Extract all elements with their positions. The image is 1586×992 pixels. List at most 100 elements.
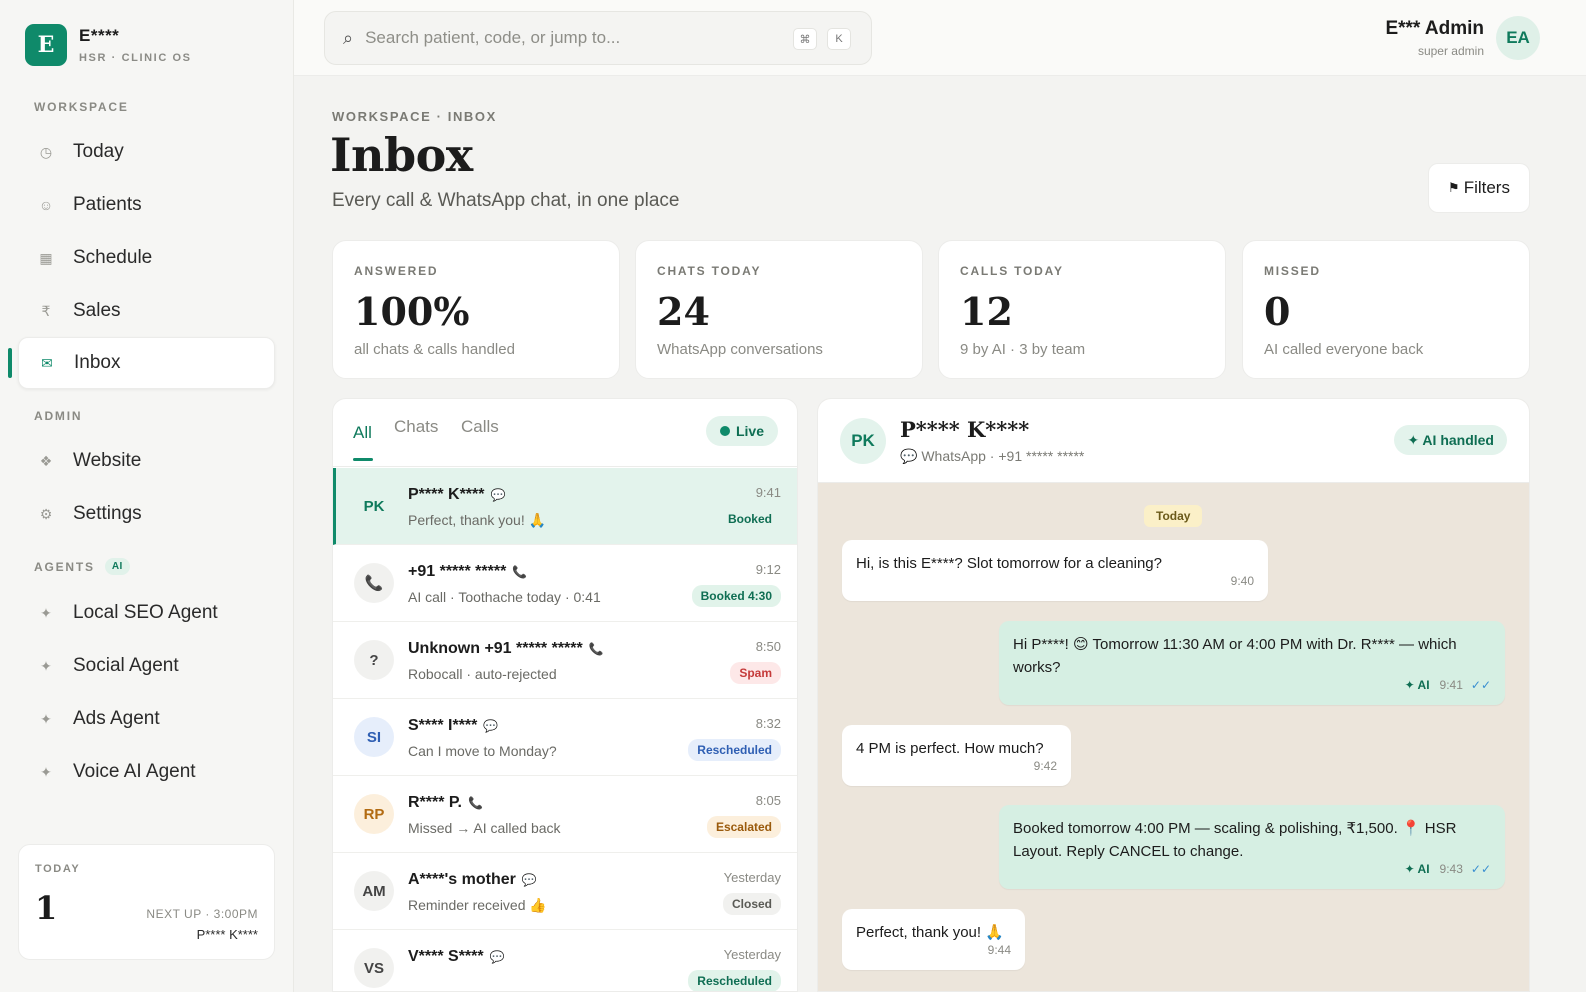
chat-bubble-icon: 💬	[489, 950, 505, 964]
sidebar-item-today[interactable]: ◷ Today	[18, 126, 275, 178]
live-indicator: Live	[706, 416, 778, 446]
user-menu[interactable]: E*** Admin super admin EA	[1385, 16, 1540, 60]
page-subtitle: Every call & WhatsApp chat, in one place	[332, 190, 680, 211]
conversation-time: Yesterday	[723, 870, 781, 885]
message-meta: ✦ AI 9:43 ✓✓	[1405, 858, 1491, 881]
list-item[interactable]: VS V**** S**** 💬 Yesterday Rescheduled	[333, 930, 797, 991]
stat-subtext: AI called everyone back	[1264, 341, 1424, 358]
status-badge: Rescheduled	[688, 739, 781, 761]
sidebar-item-inbox[interactable]: ✉ Inbox	[18, 337, 275, 389]
sidebar-item-website[interactable]: ❖ Website	[18, 435, 275, 487]
active-indicator	[8, 348, 12, 378]
conversation-preview: Perfect, thank you! 🙏	[408, 512, 547, 528]
search-bar[interactable]: ⌕ ⌘ K	[324, 11, 872, 65]
avatar: VS	[354, 948, 394, 988]
stat-value: 12	[960, 289, 1013, 334]
status-badge: Spam	[730, 662, 781, 684]
chat-bubble-icon: 💬	[900, 448, 922, 464]
sidebar-item-label: Social Agent	[73, 655, 179, 676]
conversation-name-text: Unknown +91 ***** *****	[408, 640, 583, 657]
diamond-icon: ❖	[39, 452, 53, 469]
message-time: 9:42	[1033, 759, 1057, 773]
conversation-name-text: R**** P.	[408, 794, 462, 811]
filters-button[interactable]: ⚑ Filters	[1428, 163, 1530, 213]
avatar: SI	[354, 717, 394, 757]
conversation-list: All Chats Calls Live PK P**** K**** 💬 Per…	[332, 398, 798, 992]
conversation-name: +91 ***** ***** 📞	[408, 563, 527, 581]
list-item[interactable]: AM A****'s mother 💬 Reminder received 👍 Y…	[333, 853, 797, 930]
chat-header: PK P**** K**** 💬 WhatsApp · +91 ***** **…	[818, 399, 1529, 483]
sidebar-item-label: Today	[73, 141, 124, 162]
list-item[interactable]: RP R**** P. 📞 Missed → AI called back 8:0…	[333, 776, 797, 853]
shortcut-key-k: K	[827, 28, 851, 50]
filters-label: Filters	[1463, 178, 1510, 197]
ai-chip: AI	[104, 558, 130, 575]
stat-label: CALLS TODAY	[960, 264, 1064, 278]
sidebar-item-label: Inbox	[74, 352, 121, 373]
sparkle-icon: ✦	[40, 657, 52, 674]
conversation-time: 9:12	[755, 562, 781, 577]
section-label-agents: AGENTS AI	[34, 558, 130, 575]
tab-all[interactable]: All	[353, 423, 372, 443]
breadcrumb: WORKSPACE · INBOX	[332, 109, 497, 124]
avatar[interactable]: EA	[1496, 16, 1540, 60]
brand[interactable]: E E**** HSR · CLINIC OS	[25, 24, 192, 66]
sidebar-item-sales[interactable]: ₹ Sales	[18, 285, 275, 337]
brand-subtitle: HSR · CLINIC OS	[79, 52, 192, 64]
conversation-name: P**** K**** 💬	[408, 486, 505, 504]
section-label-workspace: WORKSPACE	[34, 100, 129, 114]
sidebar-item-settings[interactable]: ⚙ Settings	[18, 488, 275, 540]
shortcut-key-cmd: ⌘	[793, 28, 817, 50]
list-item[interactable]: ? Unknown +91 ***** ***** 📞 Robocall · au…	[333, 622, 797, 699]
ai-tag: ✦ AI	[1404, 678, 1430, 692]
user-role: super admin	[1417, 44, 1484, 58]
conversation-time: 8:32	[755, 716, 781, 731]
message-text: Hi, is this E****? Slot tomorrow for a c…	[856, 555, 1162, 572]
status-badge: Escalated	[706, 816, 781, 838]
live-dot-icon	[719, 426, 730, 436]
conversation-name-text: +91 ***** *****	[408, 563, 507, 580]
list-item[interactable]: SI S**** I**** 💬 Can I move to Monday? 8:…	[333, 699, 797, 776]
section-label-admin: ADMIN	[34, 409, 83, 423]
today-card-next-name: P**** K****	[196, 927, 258, 942]
tab-chats[interactable]: Chats	[394, 417, 438, 437]
sidebar-item-social-agent[interactable]: ✦ Social Agent	[18, 640, 275, 692]
sidebar-item-patients[interactable]: ☺ Patients	[18, 179, 275, 231]
avatar: RP	[354, 794, 394, 834]
clock-icon: ◷	[39, 143, 53, 160]
message-time: 9:41	[1439, 678, 1463, 692]
sidebar-item-label: Schedule	[73, 247, 153, 268]
sidebar-item-label: Website	[73, 450, 142, 471]
sidebar-item-local-seo-agent[interactable]: ✦ Local SEO Agent	[18, 587, 275, 639]
conversation-name-text: V**** S****	[408, 948, 484, 965]
list-item[interactable]: 📞 +91 ***** ***** 📞 AI call · Toothache t…	[333, 545, 797, 622]
mail-icon: ✉	[41, 354, 53, 371]
sidebar-item-voice-ai-agent[interactable]: ✦ Voice AI Agent	[18, 746, 275, 798]
message-text: 4 PM is perfect. How much?	[856, 740, 1044, 757]
today-card[interactable]: TODAY 1 NEXT UP · 3:00PM P**** K****	[18, 844, 275, 960]
phone-icon: 📞	[588, 642, 604, 656]
tab-calls[interactable]: Calls	[461, 417, 499, 437]
message-text: Booked tomorrow 4:00 PM — scaling & poli…	[1013, 820, 1457, 860]
sidebar-item-schedule[interactable]: ▦ Schedule	[18, 232, 275, 284]
conversation-time: 8:50	[755, 639, 781, 654]
list-item[interactable]: PK P**** K**** 💬 Perfect, thank you! 🙏 9:…	[333, 468, 797, 545]
conversation-preview: AI call · Toothache today · 0:41	[408, 589, 601, 605]
ai-tag: ✦ AI	[1404, 862, 1430, 876]
avatar: AM	[354, 871, 394, 911]
message-meta: ✦ AI 9:41 ✓✓	[1405, 674, 1491, 697]
message-text: Hi P****! 😊 Tomorrow 11:30 AM or 4:00 PM…	[1013, 636, 1457, 676]
search-input[interactable]	[365, 28, 766, 48]
chat-bubble-icon: 💬	[490, 488, 506, 502]
sidebar-item-label: Ads Agent	[73, 708, 160, 729]
message-incoming: 4 PM is perfect. How much? 9:42	[842, 725, 1071, 786]
sidebar-item-ads-agent[interactable]: ✦ Ads Agent	[18, 693, 275, 745]
status-badge: Rescheduled	[688, 970, 781, 991]
sparkle-icon: ✦	[40, 604, 52, 621]
smile-icon: ☺	[38, 197, 54, 213]
list-tabs: All Chats Calls Live	[333, 399, 797, 467]
stat-label: MISSED	[1264, 264, 1321, 278]
tab-underline	[353, 458, 373, 461]
flag-icon: ⚑	[1448, 180, 1460, 195]
conversation-name-text: S**** I****	[408, 717, 478, 734]
